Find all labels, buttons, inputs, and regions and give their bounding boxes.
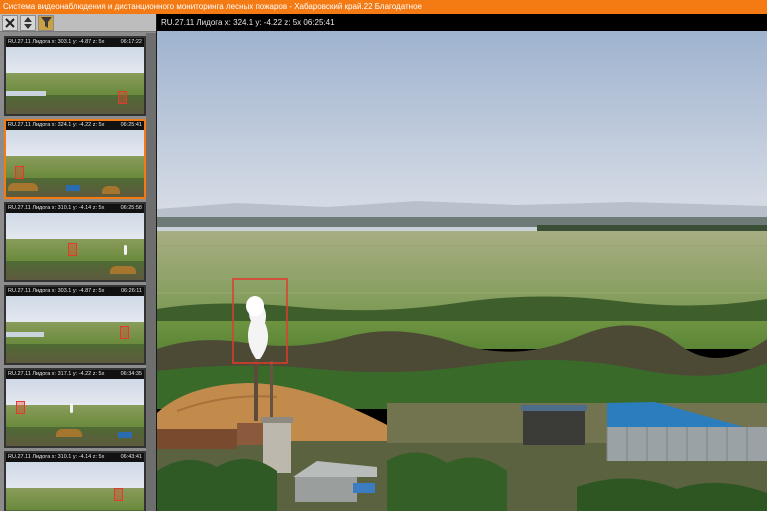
thumbnail-caption: RU.27.11 Лидога x: 324.1 y: -4.22 z: 5x bbox=[8, 122, 105, 128]
camera-view: RU.27.11 Лидога x: 324.1 y: -4.22 z: 5x … bbox=[157, 14, 767, 511]
window-title: Система видеонаблюдения и дистанционного… bbox=[0, 0, 767, 14]
thumbnail-image bbox=[6, 379, 144, 446]
thumbnail-time: 06:25:41 bbox=[120, 122, 142, 128]
event-sidebar: RU.27.11 Лидога x: 303.1 y: -4.87 z: 5x … bbox=[0, 14, 156, 511]
thumbnail-time: 06:26:11 bbox=[120, 288, 142, 294]
thumbnail-time: 06:43:41 bbox=[120, 454, 142, 460]
detection-marker bbox=[15, 166, 24, 179]
sort-arrows-icon bbox=[23, 16, 33, 29]
event-thumbnail[interactable]: RU.27.11 Лидога x: 317.1 y: -4.22 z: 5x … bbox=[4, 368, 146, 448]
thumbnail-caption: RU.27.11 Лидога x: 317.1 y: -4.22 z: 5x bbox=[8, 371, 105, 377]
camera-image[interactable] bbox=[157, 31, 767, 511]
thumbnail-time: 06:34:35 bbox=[120, 371, 142, 377]
detection-marker bbox=[120, 326, 129, 339]
event-thumbnail[interactable]: RU.27.11 Лидога x: 310.1 y: -4.14 z: 5x … bbox=[4, 451, 146, 511]
thumbnail-image bbox=[6, 462, 144, 511]
sidebar-scrollbar[interactable] bbox=[146, 33, 156, 511]
close-icon bbox=[5, 17, 15, 28]
detection-marker bbox=[16, 401, 25, 414]
detection-marker bbox=[68, 243, 77, 256]
event-thumbnail[interactable]: RU.27.11 Лидога x: 303.1 y: -4.87 z: 5x … bbox=[4, 36, 146, 116]
thumbnail-image bbox=[6, 213, 144, 280]
event-thumbnail[interactable]: RU.27.11 Лидога x: 303.1 y: -4.87 z: 5x … bbox=[4, 285, 146, 365]
camera-caption: RU.27.11 Лидога x: 324.1 y: -4.22 z: 5x … bbox=[157, 14, 767, 31]
detection-marker bbox=[118, 91, 127, 104]
thumbnail-image bbox=[6, 296, 144, 363]
thumbnail-image bbox=[6, 47, 144, 114]
sort-button[interactable] bbox=[20, 14, 36, 31]
thumbnail-caption: RU.27.11 Лидога x: 303.1 y: -4.87 z: 5x bbox=[8, 39, 105, 45]
thumbnail-time: 06:25:58 bbox=[120, 205, 142, 211]
detection-marker bbox=[114, 488, 123, 501]
filter-funnel-icon bbox=[40, 17, 52, 28]
sidebar-toolbar bbox=[0, 14, 156, 32]
thumbnail-caption: RU.27.11 Лидога x: 303.1 y: -4.87 z: 5x bbox=[8, 288, 105, 294]
close-button[interactable] bbox=[2, 14, 18, 31]
thumbnail-caption: RU.27.11 Лидога x: 310.1 y: -4.14 z: 5x bbox=[8, 454, 105, 460]
filter-button[interactable] bbox=[38, 14, 54, 31]
thumbnail-time: 06:17:22 bbox=[120, 39, 142, 45]
event-thumbnail[interactable]: RU.27.11 Лидога x: 324.1 y: -4.22 z: 5x … bbox=[4, 119, 146, 199]
event-thumbnail[interactable]: RU.27.11 Лидога x: 310.1 y: -4.14 z: 5x … bbox=[4, 202, 146, 282]
thumbnail-caption: RU.27.11 Лидога x: 310.1 y: -4.14 z: 5x bbox=[8, 205, 105, 211]
thumbnail-image bbox=[6, 130, 144, 197]
